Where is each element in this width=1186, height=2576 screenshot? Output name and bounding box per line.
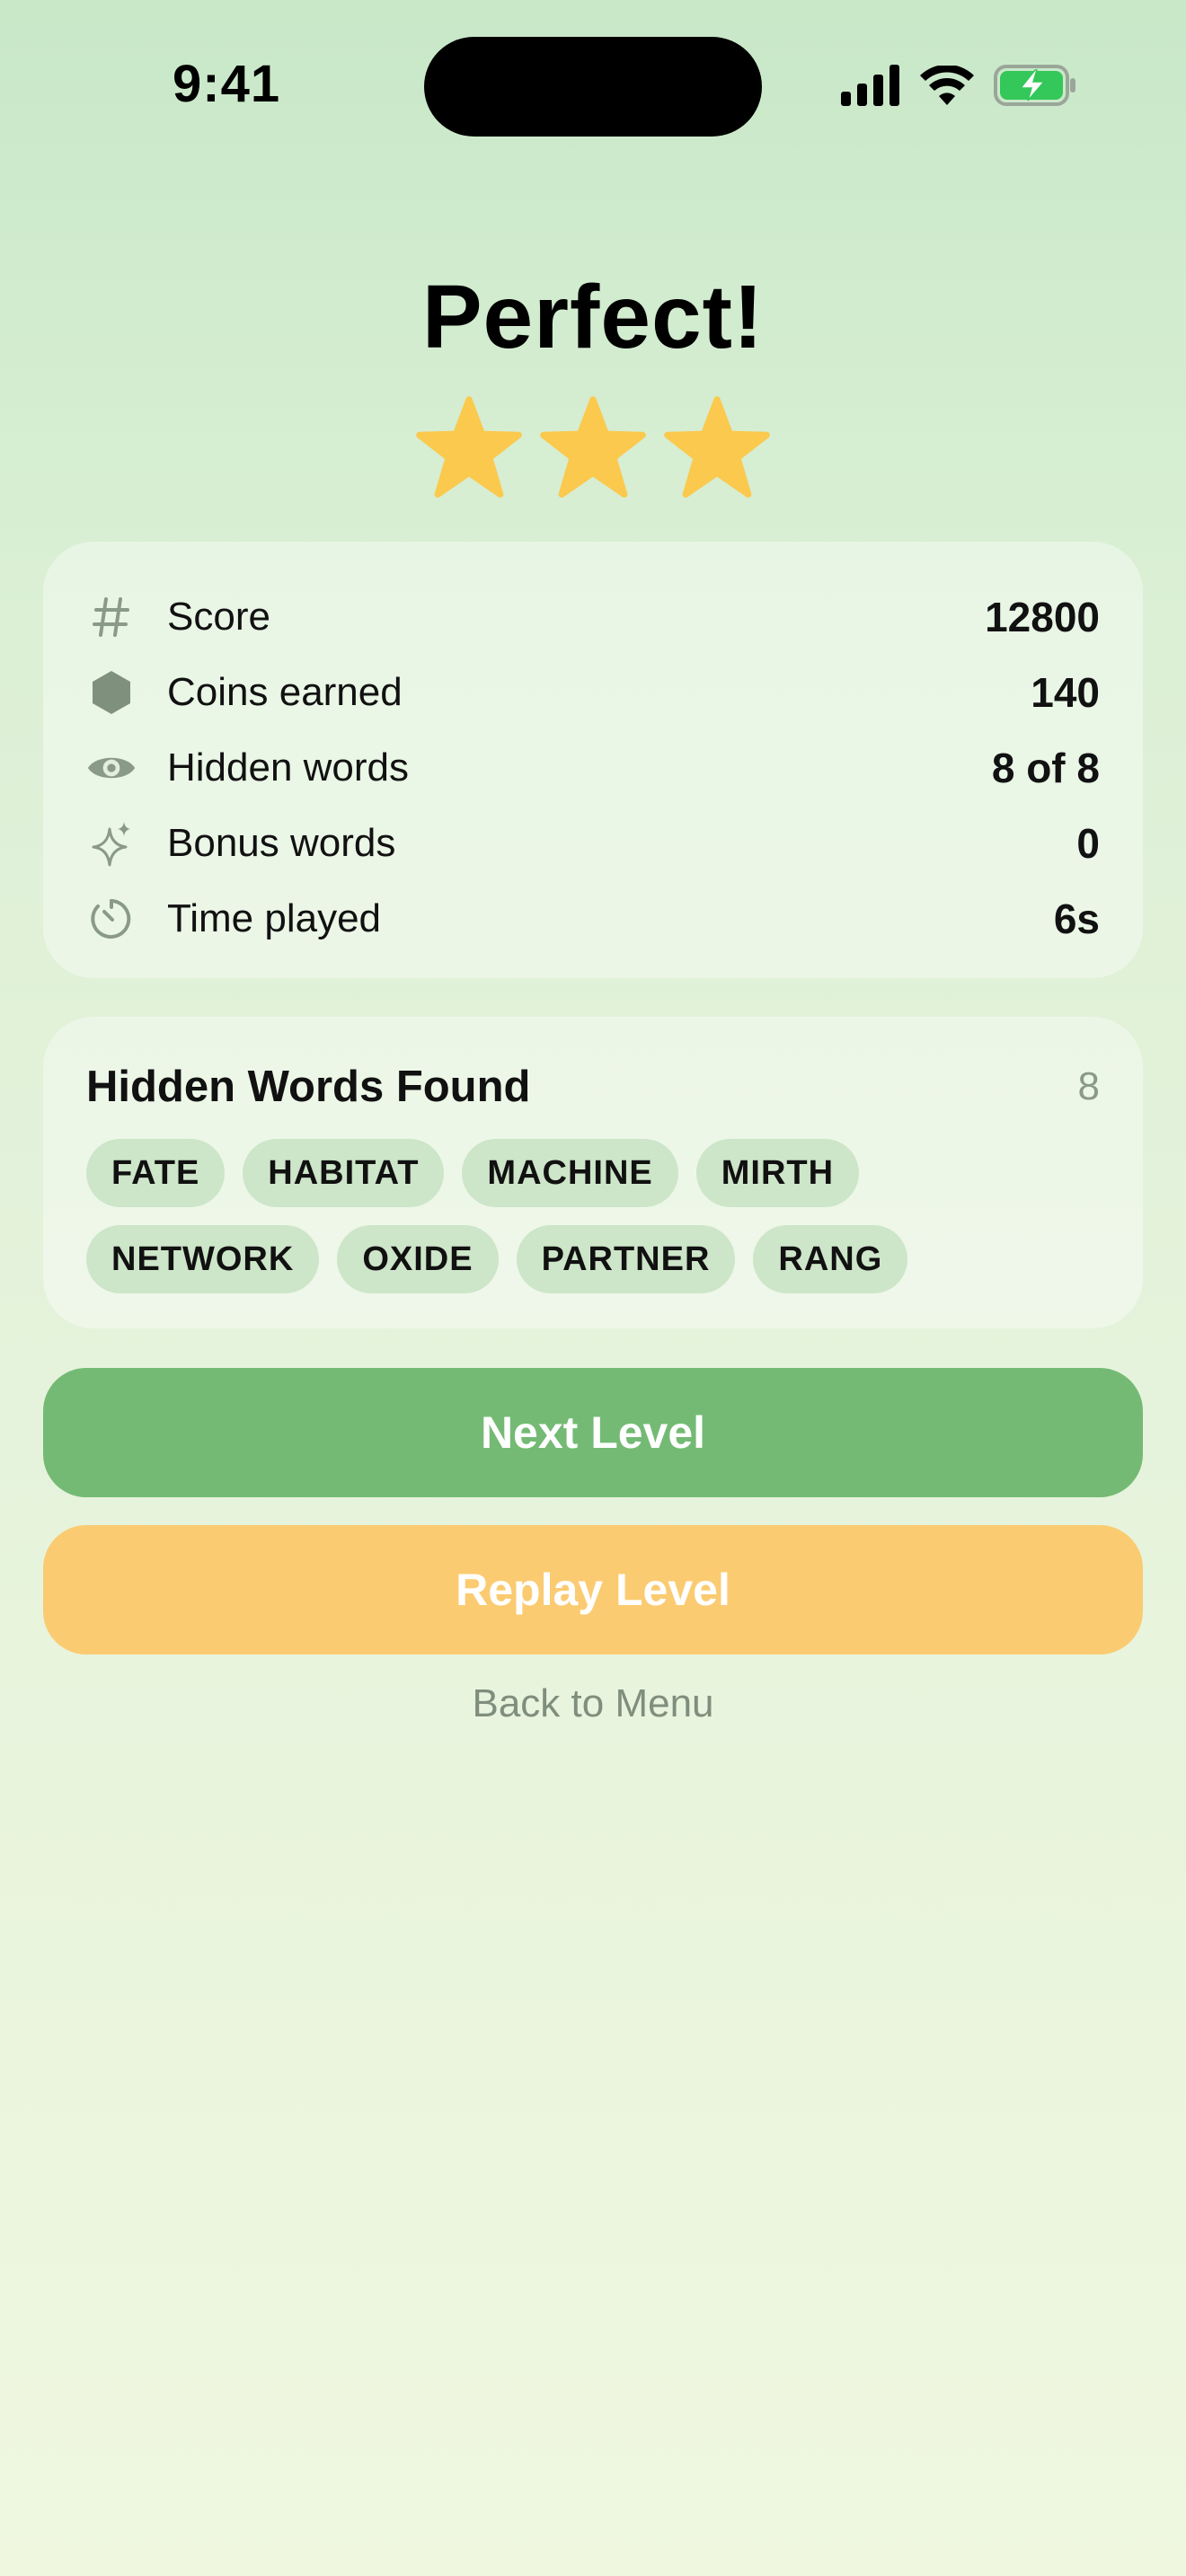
stat-row-coins: Coins earned 140 [86,655,1100,730]
word-chip: FATE [86,1139,226,1207]
hash-icon [86,592,137,642]
coin-icon [86,667,137,718]
stats-card: Score 12800 Coins earned 140 Hidden word… [43,542,1143,978]
eye-icon [86,743,137,793]
stat-value: 8 of 8 [991,745,1100,791]
stat-value: 6s [1053,895,1100,942]
back-to-menu-link[interactable]: Back to Menu [0,1681,1186,1726]
star-icon [416,396,522,498]
result-title: Perfect! [421,267,765,367]
stat-row-time: Time played 6s [86,881,1100,957]
stat-value: 0 [1076,820,1100,867]
status-icons [841,64,1076,110]
star-rating [0,395,1186,503]
stat-label: Bonus words [167,821,396,865]
signal-icon [841,65,900,110]
status-time: 9:41 [173,55,281,113]
timer-icon [86,894,137,944]
word-chip: MIRTH [695,1139,860,1207]
word-chip: PARTNER [516,1225,736,1293]
word-chip: MACHINE [462,1139,678,1207]
battery-charging-icon [994,65,1076,110]
stat-row-score: Score 12800 [86,579,1100,655]
star-icon [664,396,770,498]
stat-row-bonus-words: Bonus words 0 [86,806,1100,881]
stat-label: Hidden words [167,745,410,790]
star-icon [540,396,646,498]
dynamic-island [424,37,762,137]
stat-label: Time played [167,896,382,940]
hidden-words-card: Hidden Words Found 8 FATE HABITAT MACHIN… [43,1017,1143,1328]
word-chip: RANG [753,1225,908,1293]
word-chip: OXIDE [337,1225,499,1293]
stat-label: Coins earned [167,670,403,714]
replay-level-button[interactable]: Replay Level [43,1525,1143,1654]
hidden-words-count: 8 [1077,1064,1100,1108]
word-chip-list: FATE HABITAT MACHINE MIRTH NETWORK OXIDE… [86,1139,1100,1293]
word-chip: NETWORK [86,1225,320,1293]
hidden-words-header: Hidden Words Found 8 [86,1060,1100,1114]
status-bar: 9:41 [0,0,1186,171]
wifi-icon [920,64,974,110]
hidden-words-title: Hidden Words Found [86,1063,531,1111]
next-level-button[interactable]: Next Level [43,1368,1143,1497]
sparkle-icon [86,818,137,869]
word-chip: HABITAT [243,1139,445,1207]
stat-value: 140 [1031,669,1100,716]
stat-row-hidden-words: Hidden words 8 of 8 [86,730,1100,806]
stat-label: Score [167,595,270,639]
stat-value: 12800 [985,594,1100,640]
